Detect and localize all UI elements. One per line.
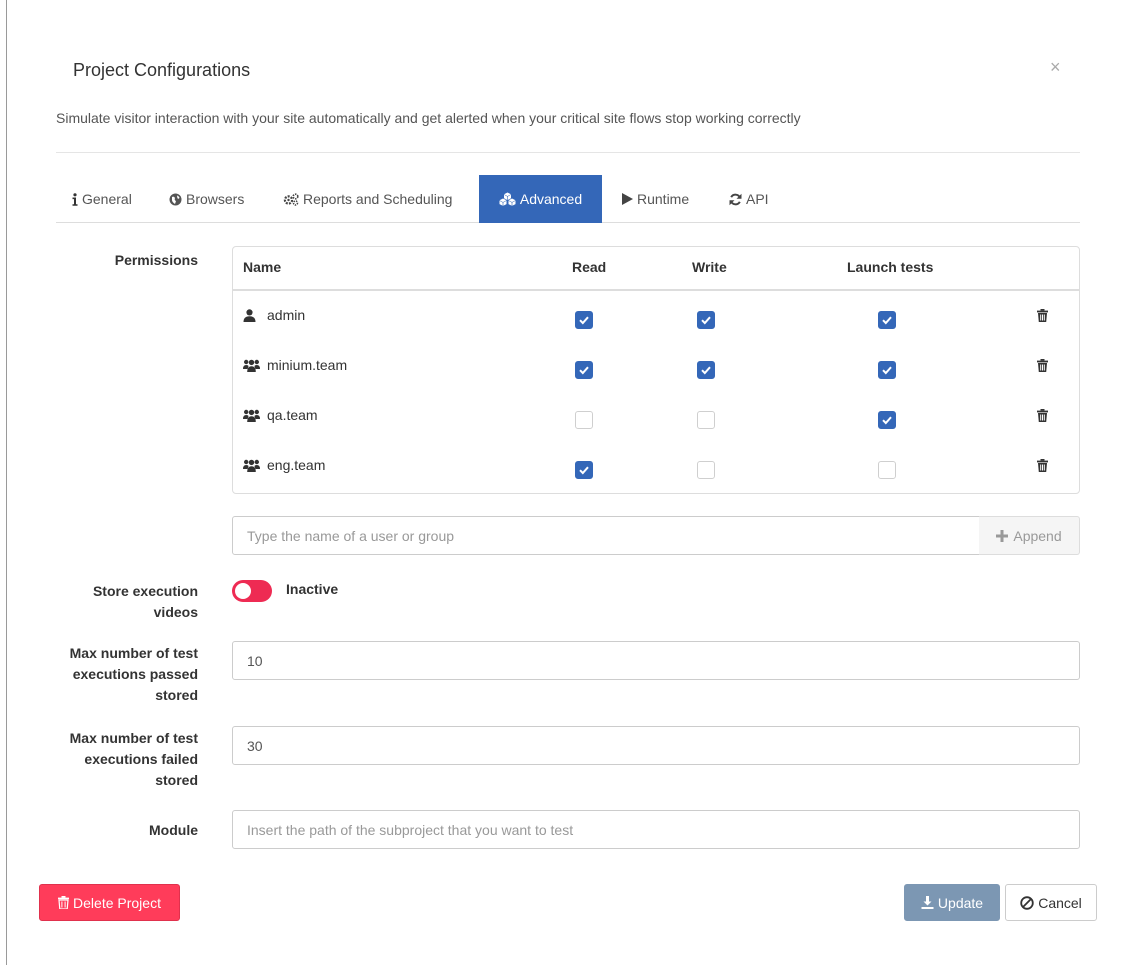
read-checkbox[interactable] [575, 311, 593, 329]
tab-api[interactable]: API [729, 175, 769, 223]
trash-icon[interactable] [1037, 459, 1048, 475]
trash-icon[interactable] [1037, 359, 1048, 375]
tab-advanced[interactable]: Advanced [479, 175, 602, 223]
delete-project-label: Delete Project [73, 894, 161, 911]
group-icon [243, 359, 261, 372]
table-row: qa.team [233, 393, 1079, 443]
group-icon [243, 409, 261, 422]
max-passed-label: Max number of test executions passed sto… [69, 645, 198, 703]
globe-icon [169, 193, 182, 206]
add-user-or-group-input[interactable] [232, 516, 980, 555]
read-checkbox[interactable] [575, 361, 593, 379]
update-button[interactable]: Update [904, 884, 1000, 921]
column-write: Write [692, 259, 727, 275]
close-icon[interactable]: × [1050, 58, 1061, 76]
tab-bar: General Browsers Reports and Scheduling … [56, 175, 1080, 223]
append-button[interactable]: Append [979, 516, 1080, 555]
launch-tests-checkbox[interactable] [878, 411, 896, 429]
toggle-state-label: Inactive [286, 581, 339, 597]
module-label: Module [149, 822, 198, 838]
tab-label: Runtime [637, 191, 690, 207]
modal-subtitle: Simulate visitor interaction with your s… [56, 110, 801, 126]
launch-tests-checkbox[interactable] [878, 461, 896, 479]
modal-title: Project Configurations [73, 60, 251, 80]
write-checkbox[interactable] [697, 461, 715, 479]
tab-label: Advanced [519, 191, 583, 207]
write-checkbox[interactable] [697, 411, 715, 429]
tab-label: API [746, 191, 769, 207]
row-name: qa.team [243, 407, 318, 423]
update-label: Update [937, 894, 984, 911]
trash-icon[interactable] [1037, 309, 1048, 325]
delete-project-button[interactable]: Delete Project [39, 884, 180, 921]
column-launch-tests: Launch tests [847, 259, 934, 275]
tab-label: General [82, 191, 132, 207]
cubes-icon [499, 192, 516, 206]
store-videos-toggle[interactable] [232, 580, 272, 602]
trash-icon [58, 896, 70, 909]
read-checkbox[interactable] [575, 461, 593, 479]
plus-icon [996, 529, 1009, 542]
refresh-icon [729, 193, 742, 206]
tab-runtime[interactable]: Runtime [622, 175, 689, 223]
max-failed-input[interactable] [232, 726, 1080, 765]
cogs-icon [283, 192, 299, 206]
info-icon [72, 192, 78, 206]
cancel-button[interactable]: Cancel [1005, 884, 1097, 921]
tab-browsers[interactable]: Browsers [169, 175, 244, 223]
download-icon [921, 896, 934, 909]
row-name: minium.team [243, 357, 347, 373]
write-checkbox[interactable] [697, 311, 715, 329]
tab-label: Browsers [186, 191, 245, 207]
launch-tests-checkbox[interactable] [878, 361, 896, 379]
table-row: eng.team [233, 443, 1079, 493]
read-checkbox[interactable] [575, 411, 593, 429]
max-failed-label: Max number of test executions failed sto… [69, 730, 198, 788]
cancel-label: Cancel [1038, 894, 1082, 911]
append-button-label: Append [1013, 527, 1062, 544]
write-checkbox[interactable] [697, 361, 715, 379]
ban-icon [1020, 895, 1034, 910]
row-name-label: qa.team [267, 407, 318, 423]
table-row: minium.team [233, 343, 1079, 393]
tab-reports-and-scheduling[interactable]: Reports and Scheduling [283, 175, 452, 223]
permissions-label: Permissions [114, 252, 198, 268]
permissions-table: Name Read Write Launch tests admin miniu… [232, 246, 1080, 494]
group-icon [243, 459, 261, 472]
max-passed-input[interactable] [232, 641, 1080, 680]
divider [56, 152, 1080, 153]
column-read: Read [572, 259, 607, 275]
tab-label: Reports and Scheduling [303, 191, 453, 207]
tab-general[interactable]: General [72, 175, 132, 223]
store-execution-videos-label: Store execution videos [92, 583, 198, 620]
row-name-label: eng.team [267, 457, 326, 473]
window-edge [6, 0, 7, 965]
toggle-knob [235, 583, 251, 599]
play-icon [622, 193, 633, 205]
user-icon [243, 308, 261, 322]
table-header: Name Read Write Launch tests [233, 247, 1079, 291]
table-row: admin [233, 293, 1079, 343]
row-name-label: admin [267, 307, 306, 323]
column-name: Name [243, 259, 282, 275]
trash-icon[interactable] [1037, 409, 1048, 425]
launch-tests-checkbox[interactable] [878, 311, 896, 329]
row-name-label: minium.team [267, 357, 348, 373]
row-name: admin [243, 307, 305, 323]
row-name: eng.team [243, 457, 325, 473]
module-input[interactable] [232, 810, 1080, 849]
